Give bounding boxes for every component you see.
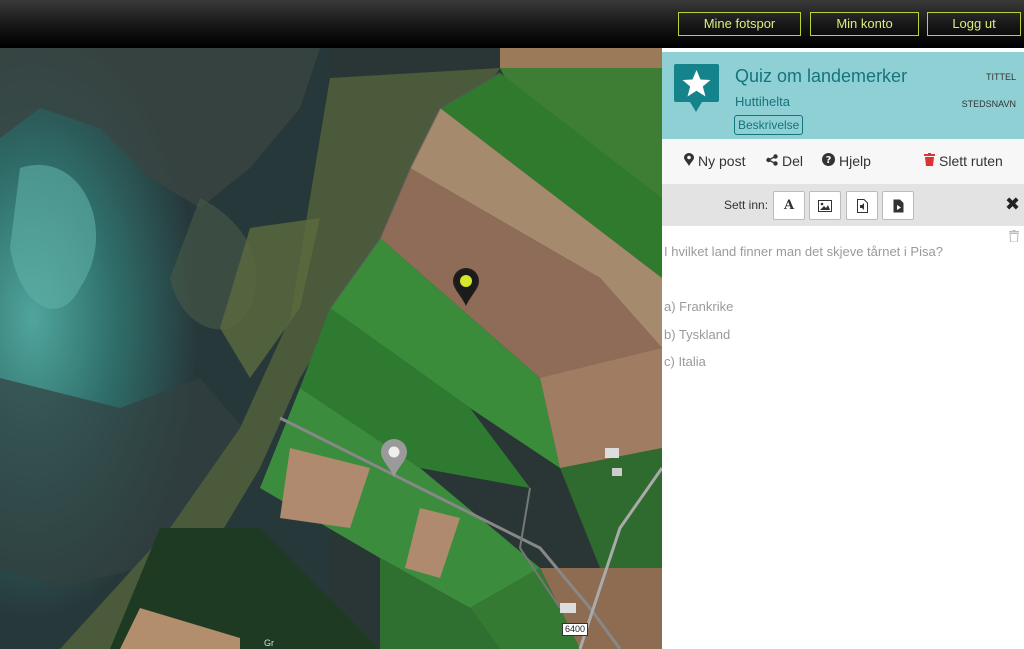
route-title[interactable]: Quiz om landemerker [735,66,907,87]
insert-label: Sett inn: [724,198,769,212]
share-button[interactable]: Del [766,153,803,169]
question-text: I hvilket land finner man det skjeve tår… [664,244,943,259]
help-label: Hjelp [839,153,871,169]
title-field-label: TITTEL [985,72,1016,82]
answer-option-c: c) Italia [664,354,706,369]
place-label: Gr [264,638,274,648]
satellite-imagery [0,48,662,649]
map-marker-icon [381,439,407,477]
top-navigation-bar: Mine fotspor Min konto Logg ut [0,0,1024,48]
satellite-map[interactable] [0,48,662,649]
route-author-link[interactable]: Huttihelta [735,94,790,109]
video-file-icon [893,199,903,212]
post-content-editor[interactable]: I hvilket land finner man det skjeve tår… [662,226,1024,649]
close-icon[interactable]: ✖ [1005,194,1020,215]
question-circle-icon: ? [822,153,835,169]
new-post-label: Ny post [698,153,746,169]
audio-file-icon [856,198,868,213]
route-panel: Quiz om landemerker Huttihelta Beskrivel… [662,48,1024,649]
insert-video-button[interactable] [882,191,914,220]
my-account-button[interactable]: Min konto [810,12,919,36]
my-footprints-button[interactable]: Mine fotspor [678,12,801,36]
route-actions-bar: Ny post Del ? Hjelp Slett ruten [662,139,1024,184]
answer-option-b: b) Tyskland [664,327,731,342]
insert-audio-button[interactable] [846,191,878,220]
svg-text:?: ? [826,155,832,166]
delete-block-icon[interactable] [1009,230,1019,242]
trash-icon [924,153,935,169]
insert-text-button[interactable]: A [773,191,805,220]
star-marker-icon [672,62,721,114]
help-button[interactable]: ? Hjelp [822,153,871,169]
insert-image-button[interactable] [809,191,841,220]
share-label: Del [782,153,804,169]
inactive-post-pin[interactable] [379,438,409,478]
new-post-button[interactable]: Ny post [684,153,745,169]
logout-button[interactable]: Logg ut [927,12,1021,36]
map-pin-icon [684,153,694,169]
image-icon [818,199,832,212]
road-number-label: 6400 [562,623,589,636]
answer-option-a: a) Frankrike [664,299,734,314]
active-post-pin[interactable] [451,267,481,307]
delete-route-button[interactable]: Slett ruten [924,153,1003,169]
map-marker-icon [453,268,479,306]
place-field-label: STEDSNAVN [961,99,1016,109]
insert-toolbar: Sett inn: A ✖ [662,184,1024,226]
text-icon: A [783,198,795,213]
delete-route-label: Slett ruten [939,153,1003,169]
description-button[interactable]: Beskrivelse [734,115,804,135]
route-header: Quiz om landemerker Huttihelta Beskrivel… [662,52,1024,139]
share-icon [766,153,778,169]
